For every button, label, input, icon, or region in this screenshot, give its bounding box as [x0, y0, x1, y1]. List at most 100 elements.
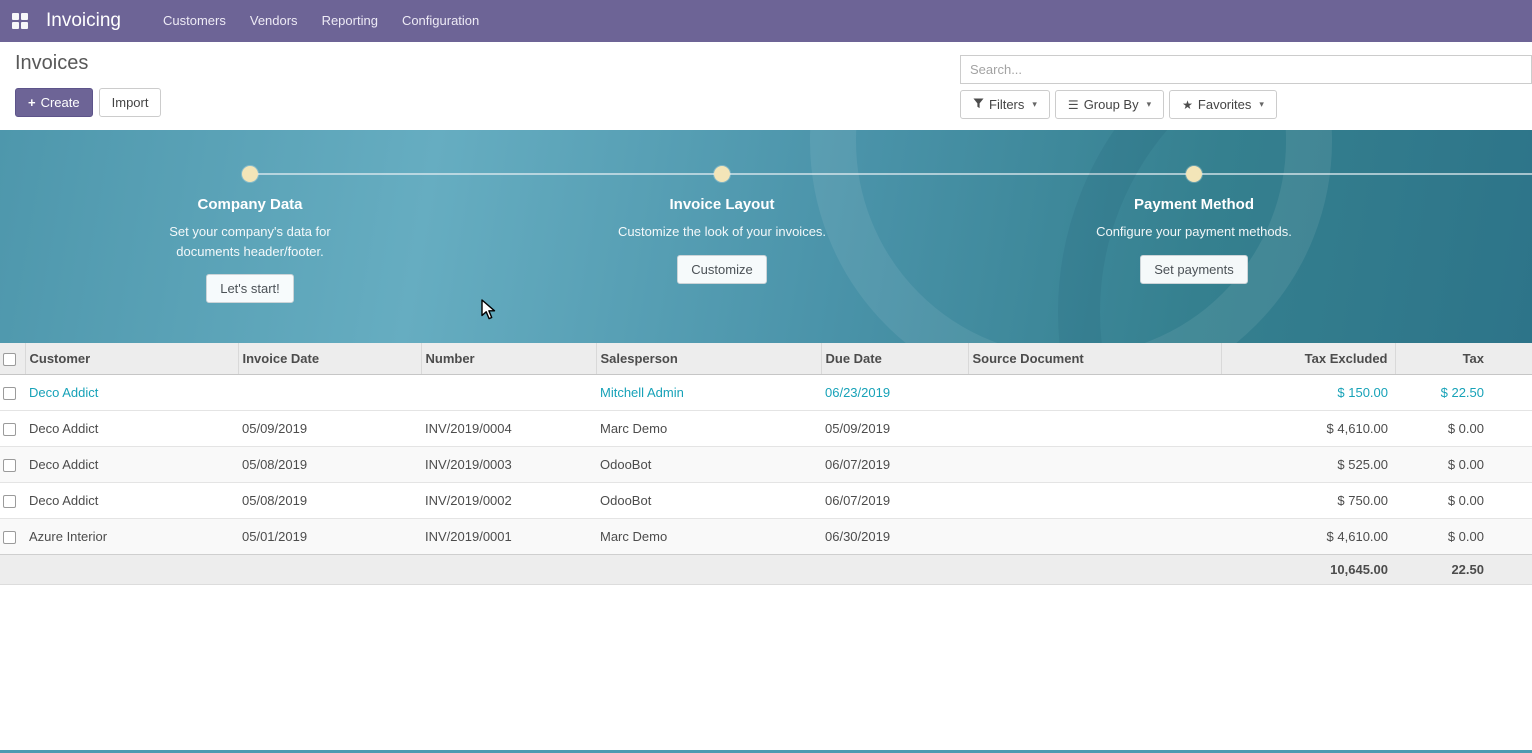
lets-start-button[interactable]: Let's start!: [206, 274, 294, 303]
step-dot: [242, 166, 258, 182]
top-navbar: Invoicing Customers Vendors Reporting Co…: [0, 0, 1532, 42]
group-by-button[interactable]: ☰ Group By ▾: [1055, 90, 1164, 119]
cell-invoice-date: 05/09/2019: [238, 411, 421, 447]
apps-menu-button[interactable]: [0, 0, 40, 42]
caret-down-icon: ▾: [1147, 99, 1152, 110]
column-header-source-document[interactable]: Source Document: [968, 343, 1221, 375]
favorites-button-label: Favorites: [1198, 97, 1251, 112]
step-description: Set your company's data for documents he…: [144, 222, 356, 261]
step-description: Configure your payment methods.: [1088, 222, 1300, 242]
menu-configuration[interactable]: Configuration: [390, 0, 491, 42]
cell-salesperson: OdooBot: [596, 447, 821, 483]
cell-tax-excluded: $ 150.00: [1221, 375, 1395, 411]
cell-tax: $ 0.00: [1395, 447, 1532, 483]
cell-due-date: 05/09/2019: [821, 411, 968, 447]
navbar-menus: Customers Vendors Reporting Configuratio…: [151, 0, 491, 42]
cell-customer: Deco Addict: [25, 447, 238, 483]
cell-tax: $ 0.00: [1395, 483, 1532, 519]
onboarding-step-invoice-layout: Invoice Layout Customize the look of you…: [572, 196, 872, 284]
row-checkbox[interactable]: [3, 531, 16, 544]
set-payments-button[interactable]: Set payments: [1140, 255, 1248, 284]
customize-button[interactable]: Customize: [677, 255, 766, 284]
table-row[interactable]: Deco Addict 05/08/2019 INV/2019/0003 Odo…: [0, 447, 1532, 483]
cell-salesperson: Marc Demo: [596, 411, 821, 447]
totals-row: 10,645.00 22.50: [0, 555, 1532, 585]
step-dot: [1186, 166, 1202, 182]
onboarding-progress-line: [250, 173, 1532, 175]
step-title: Payment Method: [1044, 196, 1344, 213]
table-row[interactable]: Deco Addict 05/08/2019 INV/2019/0002 Odo…: [0, 483, 1532, 519]
caret-down-icon: ▾: [1259, 99, 1264, 110]
table-row[interactable]: Azure Interior 05/01/2019 INV/2019/0001 …: [0, 519, 1532, 555]
cell-number: INV/2019/0004: [421, 411, 596, 447]
filter-buttons-row: Filters ▾ ☰ Group By ▾ ★ Favorites ▾: [960, 90, 1532, 119]
cell-customer: Azure Interior: [25, 519, 238, 555]
menu-customers[interactable]: Customers: [151, 0, 238, 42]
cell-customer: Deco Addict: [25, 483, 238, 519]
column-header-invoice-date[interactable]: Invoice Date: [238, 343, 421, 375]
column-header-salesperson[interactable]: Salesperson: [596, 343, 821, 375]
menu-reporting[interactable]: Reporting: [310, 0, 390, 42]
step-description: Customize the look of your invoices.: [616, 222, 828, 242]
plus-icon: +: [28, 95, 36, 110]
column-header-customer[interactable]: Customer: [25, 343, 238, 375]
filter-funnel-icon: [973, 98, 984, 111]
filters-button[interactable]: Filters ▾: [960, 90, 1050, 119]
column-header-tax[interactable]: Tax: [1395, 343, 1532, 375]
cell-tax-excluded: $ 525.00: [1221, 447, 1395, 483]
favorites-button[interactable]: ★ Favorites ▾: [1169, 90, 1277, 119]
select-all-checkbox[interactable]: [3, 353, 16, 366]
onboarding-step-payment-method: Payment Method Configure your payment me…: [1044, 196, 1344, 284]
step-title: Company Data: [100, 196, 400, 213]
row-checkbox-cell: [0, 375, 25, 411]
table-row[interactable]: Deco Addict 05/09/2019 INV/2019/0004 Mar…: [0, 411, 1532, 447]
row-checkbox-cell: [0, 483, 25, 519]
total-tax: 22.50: [1395, 555, 1532, 585]
star-icon: ★: [1182, 99, 1193, 111]
control-panel: Invoices + Create Import Filters ▾: [0, 42, 1532, 130]
cell-source-document: [968, 519, 1221, 555]
row-checkbox[interactable]: [3, 423, 16, 436]
column-header-due-date[interactable]: Due Date: [821, 343, 968, 375]
row-checkbox[interactable]: [3, 495, 16, 508]
row-checkbox-cell: [0, 447, 25, 483]
search-panel: Filters ▾ ☰ Group By ▾ ★ Favorites ▾: [960, 55, 1532, 119]
cell-due-date: 06/23/2019: [821, 375, 968, 411]
cell-source-document: [968, 447, 1221, 483]
cell-tax-excluded: $ 4,610.00: [1221, 411, 1395, 447]
cell-due-date: 06/07/2019: [821, 483, 968, 519]
cell-tax-excluded: $ 4,610.00: [1221, 519, 1395, 555]
import-button[interactable]: Import: [99, 88, 162, 117]
cell-salesperson: Mitchell Admin: [596, 375, 821, 411]
app-name[interactable]: Invoicing: [40, 0, 151, 42]
create-button[interactable]: + Create: [15, 88, 93, 117]
cell-number: INV/2019/0003: [421, 447, 596, 483]
row-checkbox-cell: [0, 411, 25, 447]
totals-spacer: [0, 555, 1221, 585]
step-dot: [714, 166, 730, 182]
caret-down-icon: ▾: [1032, 99, 1037, 110]
select-all-header: [0, 343, 25, 375]
filters-button-label: Filters: [989, 97, 1024, 112]
row-checkbox-cell: [0, 519, 25, 555]
table-row[interactable]: Deco Addict Mitchell Admin 06/23/2019 $ …: [0, 375, 1532, 411]
cell-tax: $ 0.00: [1395, 519, 1532, 555]
cell-number: [421, 375, 596, 411]
row-checkbox[interactable]: [3, 459, 16, 472]
cell-invoice-date: 05/01/2019: [238, 519, 421, 555]
invoices-table: Customer Invoice Date Number Salesperson…: [0, 343, 1532, 585]
search-input[interactable]: [960, 55, 1532, 84]
menu-vendors[interactable]: Vendors: [238, 0, 310, 42]
row-checkbox[interactable]: [3, 387, 16, 400]
cell-invoice-date: [238, 375, 421, 411]
total-tax-excluded: 10,645.00: [1221, 555, 1395, 585]
column-header-number[interactable]: Number: [421, 343, 596, 375]
cell-customer: Deco Addict: [25, 375, 238, 411]
import-button-label: Import: [112, 95, 149, 110]
column-header-tax-excluded[interactable]: Tax Excluded: [1221, 343, 1395, 375]
cell-invoice-date: 05/08/2019: [238, 447, 421, 483]
cell-invoice-date: 05/08/2019: [238, 483, 421, 519]
cell-tax: $ 22.50: [1395, 375, 1532, 411]
onboarding-banner: Company Data Set your company's data for…: [0, 130, 1532, 343]
cell-tax-excluded: $ 750.00: [1221, 483, 1395, 519]
